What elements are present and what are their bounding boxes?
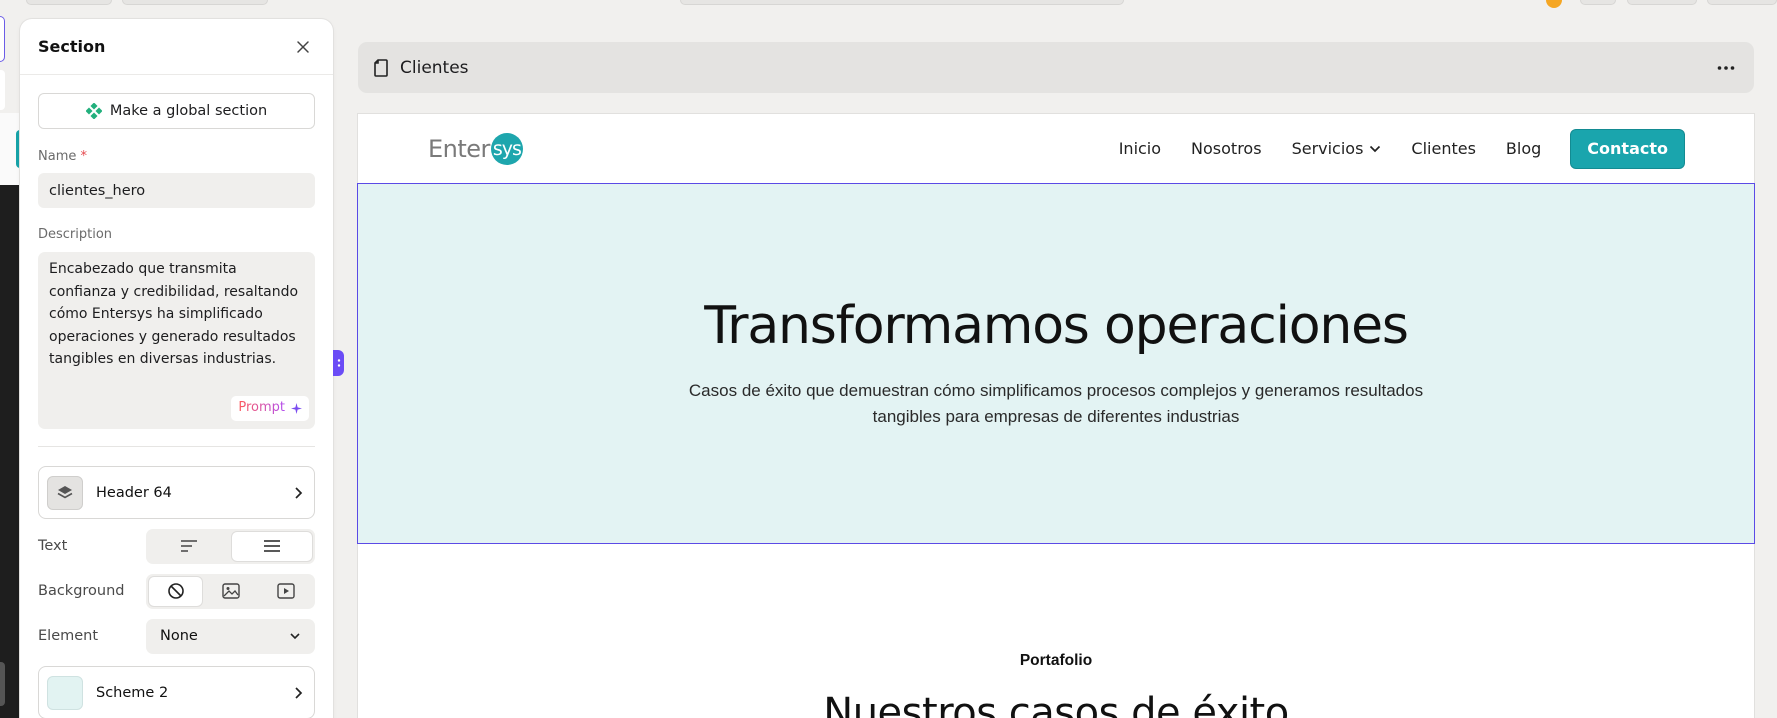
page-icon bbox=[374, 58, 388, 77]
portfolio-title: Nuestros casos de éxito bbox=[823, 690, 1289, 718]
background-image-button[interactable] bbox=[204, 577, 257, 606]
description-label: Description bbox=[38, 227, 113, 242]
top-toolbar-button[interactable] bbox=[26, 0, 112, 5]
panel-title: Section bbox=[38, 37, 106, 56]
nav-link-clientes[interactable]: Clientes bbox=[1411, 139, 1476, 158]
video-icon bbox=[276, 583, 295, 599]
top-device-switcher[interactable] bbox=[680, 0, 1124, 5]
background-video-button[interactable] bbox=[259, 577, 312, 606]
nav-link-nosotros[interactable]: Nosotros bbox=[1191, 139, 1262, 158]
nav-link-blog[interactable]: Blog bbox=[1506, 139, 1541, 158]
top-toolbar-button[interactable] bbox=[1627, 0, 1697, 5]
page-header-bar: Clientes bbox=[358, 42, 1754, 93]
site-navbar[interactable]: Enter sys Inicio Nosotros Servicios Clie… bbox=[358, 114, 1754, 183]
section-panel: Section Make a global section Name * cli… bbox=[20, 19, 333, 718]
description-field[interactable]: Encabezado que transmita confianza y cre… bbox=[38, 252, 315, 429]
top-toolbar-button[interactable] bbox=[122, 0, 268, 5]
panel-header: Section bbox=[20, 19, 333, 75]
left-rail-tab[interactable] bbox=[0, 16, 5, 62]
align-left-button[interactable] bbox=[149, 532, 230, 561]
background-row: Background bbox=[38, 573, 315, 609]
align-center-icon bbox=[263, 540, 280, 552]
sparkle-icon bbox=[291, 403, 302, 414]
page-title: Clientes bbox=[400, 57, 469, 78]
text-label: Text bbox=[38, 538, 68, 554]
make-global-section-label: Make a global section bbox=[109, 103, 268, 119]
drag-dots-icon bbox=[337, 359, 340, 367]
avatar[interactable] bbox=[1546, 0, 1562, 8]
chevron-right-icon bbox=[295, 486, 303, 499]
make-global-section-button[interactable]: Make a global section bbox=[38, 93, 315, 129]
page-canvas: Enter sys Inicio Nosotros Servicios Clie… bbox=[357, 113, 1755, 718]
portfolio-tagline: Portafolio bbox=[1019, 652, 1093, 669]
nav-link-servicios-label: Servicios bbox=[1291, 139, 1364, 158]
align-left-icon bbox=[181, 540, 198, 552]
close-button[interactable] bbox=[291, 35, 315, 59]
top-toolbar-button[interactable] bbox=[1707, 0, 1777, 5]
background-toggle bbox=[146, 573, 315, 609]
required-mark: * bbox=[80, 149, 88, 164]
hero-subtitle: Casos de éxito que demuestran cómo simpl… bbox=[688, 381, 1424, 426]
logo-badge: sys bbox=[490, 132, 523, 165]
text-alignment-row: Text bbox=[38, 528, 315, 564]
none-icon bbox=[167, 583, 184, 599]
panel-resize-handle[interactable] bbox=[333, 350, 344, 376]
top-toolbar-button[interactable] bbox=[1580, 0, 1616, 5]
layers-icon bbox=[47, 475, 83, 510]
more-horizontal-icon bbox=[1717, 65, 1735, 70]
description-text: Encabezado que transmita confianza y cre… bbox=[49, 261, 299, 368]
site-logo[interactable]: Enter sys bbox=[428, 132, 523, 165]
close-icon bbox=[297, 40, 309, 53]
color-scheme-selector[interactable]: Scheme 2 bbox=[38, 666, 315, 718]
element-select[interactable]: None bbox=[146, 618, 315, 654]
element-row: Element None bbox=[38, 618, 315, 654]
component-selector[interactable]: Header 64 bbox=[38, 466, 315, 519]
text-alignment-toggle bbox=[146, 528, 315, 564]
hero-title: Transformamos operaciones bbox=[704, 296, 1409, 356]
contact-cta-button[interactable]: Contacto bbox=[1571, 129, 1684, 168]
nav-link-inicio[interactable]: Inicio bbox=[1119, 139, 1161, 158]
name-field[interactable]: clientes_hero bbox=[38, 173, 315, 208]
scheme-name: Scheme 2 bbox=[96, 684, 169, 701]
background-none-button[interactable] bbox=[149, 576, 202, 606]
align-center-button[interactable] bbox=[231, 531, 312, 561]
nav-link-servicios[interactable]: Servicios bbox=[1292, 139, 1382, 158]
component-name: Header 64 bbox=[96, 484, 172, 501]
element-label: Element bbox=[38, 628, 99, 644]
component-icon bbox=[85, 103, 102, 119]
left-rail-tab[interactable] bbox=[0, 662, 5, 706]
divider bbox=[38, 446, 315, 447]
scheme-swatch bbox=[47, 675, 83, 710]
left-dark-rail bbox=[0, 185, 22, 718]
name-label: Name * bbox=[38, 149, 88, 164]
prompt-button[interactable]: Prompt bbox=[231, 396, 309, 421]
left-rail-tab[interactable] bbox=[0, 70, 5, 110]
more-options-button[interactable] bbox=[1712, 54, 1740, 82]
background-label: Background bbox=[38, 583, 125, 599]
chevron-down-icon bbox=[1370, 145, 1381, 152]
site-nav-links: Inicio Nosotros Servicios Clientes Blog … bbox=[1119, 129, 1684, 168]
hero-section-selected[interactable]: Transformamos operaciones Casos de éxito… bbox=[357, 183, 1755, 544]
prompt-label: Prompt bbox=[238, 397, 285, 420]
chevron-right-icon bbox=[295, 686, 303, 699]
logo-text: Enter bbox=[428, 134, 490, 163]
chevron-down-icon bbox=[290, 633, 300, 640]
portfolio-section[interactable]: Portafolio Nuestros casos de éxito bbox=[358, 544, 1754, 718]
element-value: None bbox=[160, 628, 198, 644]
image-icon bbox=[221, 583, 240, 599]
